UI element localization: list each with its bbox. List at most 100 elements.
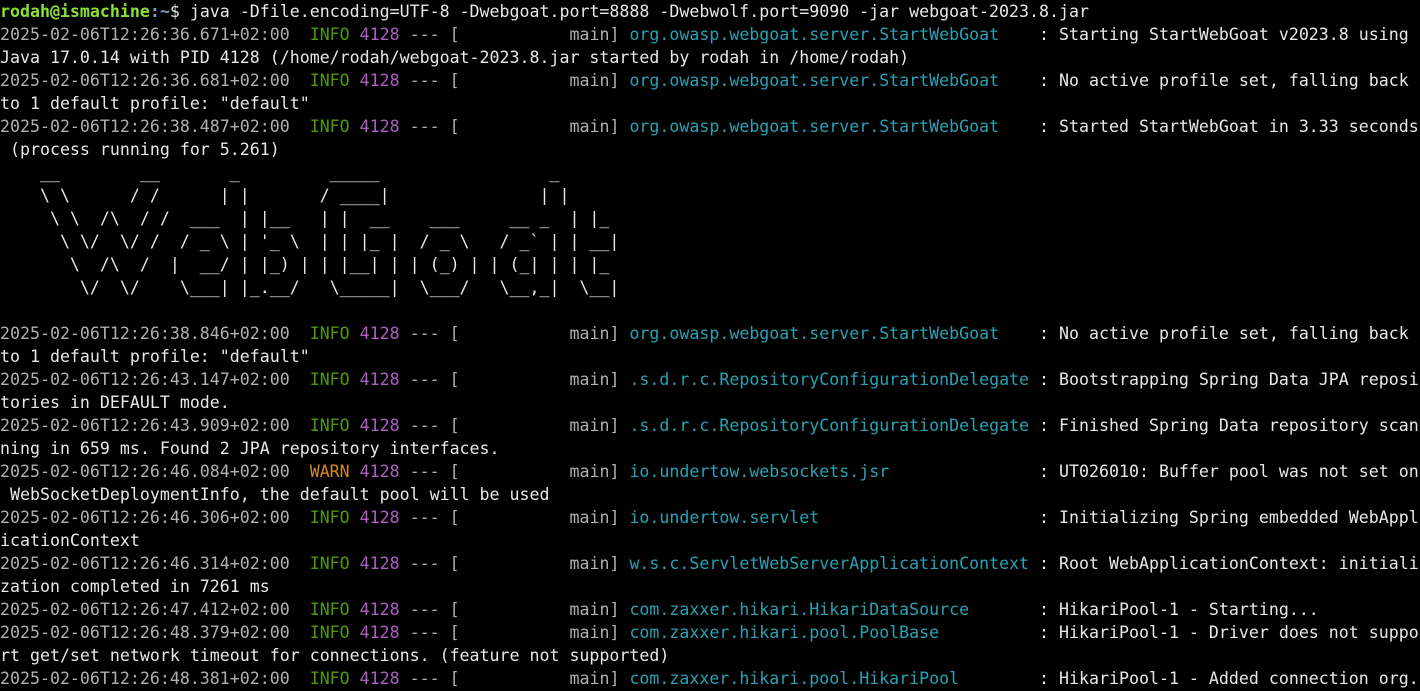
log-timestamp: 2025-02-06T12:26:46.306+02:00 <box>0 508 290 527</box>
log-separator: --- [ <box>399 462 460 481</box>
log-colon: : <box>1029 554 1060 573</box>
log-bracket: ] <box>609 324 630 343</box>
banner-line: __ __ _ _____ _ <box>0 163 590 182</box>
banner-line: \ \ /\ / / ___ | |__ | | __ ___ __ _ | |… <box>0 209 620 228</box>
log-line-continuation: tories in DEFAULT mode. <box>0 393 230 412</box>
log-pid: 4128 <box>359 508 400 527</box>
log-line: 2025-02-06T12:26:47.412+02:00 INFO 4128 … <box>0 598 1420 621</box>
log-line: 2025-02-06T12:26:43.909+02:00 INFO 4128 … <box>0 414 1420 437</box>
log-timestamp: 2025-02-06T12:26:48.379+02:00 <box>0 623 290 642</box>
log-message: Bootstrapping Spring Data JPA reposi <box>1059 370 1419 389</box>
log-line-continuation: to 1 default profile: "default" <box>0 94 310 113</box>
log-thread: main <box>459 71 610 90</box>
banner-line: \ \/ \/ / / _ \ | '_ \ | | |_ | / _ \ / … <box>0 232 620 251</box>
log-colon: : <box>1029 623 1060 642</box>
log-line: 2025-02-06T12:26:38.846+02:00 INFO 4128 … <box>0 322 1420 345</box>
log-bracket: ] <box>609 117 630 136</box>
log-timestamp: 2025-02-06T12:26:43.909+02:00 <box>0 416 290 435</box>
log-logger: .s.d.r.c.RepositoryConfigurationDelegate <box>629 416 1030 435</box>
log-block: 2025-02-06T12:26:38.846+02:00 INFO 4128 … <box>0 322 1420 690</box>
log-colon: : <box>1029 416 1060 435</box>
log-bracket: ] <box>609 554 630 573</box>
prompt-line: rodah@ismachine:~$ java -Dfile.encoding=… <box>0 0 1420 23</box>
log-level: INFO <box>309 508 350 527</box>
log-colon: : <box>1029 324 1060 343</box>
log-colon: : <box>1029 462 1060 481</box>
log-message: HikariPool-1 - Driver does not suppo <box>1059 623 1419 642</box>
log-level: INFO <box>309 324 350 343</box>
log-thread: main <box>459 623 610 642</box>
log-line-continuation: WebSocketDeploymentInfo, the default poo… <box>0 485 550 504</box>
log-bracket: ] <box>609 370 630 389</box>
prompt-symbol: $ <box>169 2 190 21</box>
log-line-continuation: (process running for 5.261) <box>0 140 280 159</box>
log-thread: main <box>459 324 610 343</box>
log-message: No active profile set, falling back <box>1059 324 1409 343</box>
log-line: 2025-02-06T12:26:43.147+02:00 INFO 4128 … <box>0 368 1420 391</box>
log-colon: : <box>1029 508 1060 527</box>
terminal-window[interactable]: rodah@ismachine:~$ java -Dfile.encoding=… <box>0 0 1420 691</box>
log-logger: w.s.c.ServletWebServerApplicationContext <box>629 554 1030 573</box>
log-separator: --- [ <box>399 623 460 642</box>
log-colon: : <box>1029 600 1060 619</box>
log-separator: --- [ <box>399 600 460 619</box>
log-timestamp: 2025-02-06T12:26:38.846+02:00 <box>0 324 290 343</box>
log-thread: main <box>459 669 610 688</box>
log-timestamp: 2025-02-06T12:26:46.084+02:00 <box>0 462 290 481</box>
log-thread: main <box>459 600 610 619</box>
log-line-continuation: ning in 659 ms. Found 2 JPA repository i… <box>0 439 500 458</box>
log-bracket: ] <box>609 416 630 435</box>
log-pid: 4128 <box>359 117 400 136</box>
log-thread: main <box>459 117 610 136</box>
log-bracket: ] <box>609 462 630 481</box>
log-logger: com.zaxxer.hikari.HikariDataSource <box>629 600 1030 619</box>
log-thread: main <box>459 370 610 389</box>
ascii-banner: __ __ _ _____ _ \ \ / / | | / ____| | | … <box>0 161 1420 322</box>
log-logger: org.owasp.webgoat.server.StartWebGoat <box>629 71 1030 90</box>
banner-line: \ \ / / | | / ____| | | <box>0 186 590 205</box>
log-level: INFO <box>309 669 350 688</box>
log-pid: 4128 <box>359 669 400 688</box>
log-pid: 4128 <box>359 324 400 343</box>
log-line: 2025-02-06T12:26:46.084+02:00 WARN 4128 … <box>0 460 1420 483</box>
log-timestamp: 2025-02-06T12:26:46.314+02:00 <box>0 554 290 573</box>
log-bracket: ] <box>609 25 630 44</box>
log-pid: 4128 <box>359 600 400 619</box>
log-separator: --- [ <box>399 508 460 527</box>
log-separator: --- [ <box>399 71 460 90</box>
log-line: 2025-02-06T12:26:46.306+02:00 INFO 4128 … <box>0 506 1420 529</box>
log-message: No active profile set, falling back <box>1059 71 1409 90</box>
log-message: Starting StartWebGoat v2023.8 using <box>1059 25 1409 44</box>
log-separator: --- [ <box>399 416 460 435</box>
log-colon: : <box>1029 669 1060 688</box>
log-pid: 4128 <box>359 623 400 642</box>
log-colon: : <box>1029 117 1060 136</box>
banner-line: \/ \/ \___| |_.__/ \_____| \___/ \__,_| … <box>0 278 620 297</box>
log-message: Initializing Spring embedded WebAppl <box>1059 508 1419 527</box>
log-line-continuation: to 1 default profile: "default" <box>0 347 310 366</box>
log-logger: io.undertow.servlet <box>629 508 1030 527</box>
log-line: 2025-02-06T12:26:36.681+02:00 INFO 4128 … <box>0 69 1420 92</box>
log-level: INFO <box>309 554 350 573</box>
log-pid: 4128 <box>359 71 400 90</box>
log-colon: : <box>1029 71 1060 90</box>
log-thread: main <box>459 462 610 481</box>
prompt-user-host: rodah@ismachine <box>0 2 150 21</box>
log-line-continuation: rt get/set network timeout for connectio… <box>0 646 670 665</box>
log-level: INFO <box>309 600 350 619</box>
log-message: Finished Spring Data repository scan <box>1059 416 1419 435</box>
log-timestamp: 2025-02-06T12:26:47.412+02:00 <box>0 600 290 619</box>
log-pid: 4128 <box>359 416 400 435</box>
log-timestamp: 2025-02-06T12:26:43.147+02:00 <box>0 370 290 389</box>
log-level: INFO <box>309 623 350 642</box>
log-line: 2025-02-06T12:26:36.671+02:00 INFO 4128 … <box>0 23 1420 46</box>
log-line: 2025-02-06T12:26:48.379+02:00 INFO 4128 … <box>0 621 1420 644</box>
log-level: INFO <box>309 25 350 44</box>
log-thread: main <box>459 554 610 573</box>
log-logger: org.owasp.webgoat.server.StartWebGoat <box>629 324 1030 343</box>
log-logger: com.zaxxer.hikari.pool.PoolBase <box>629 623 1030 642</box>
log-separator: --- [ <box>399 554 460 573</box>
log-bracket: ] <box>609 508 630 527</box>
log-logger: org.owasp.webgoat.server.StartWebGoat <box>629 25 1030 44</box>
log-colon: : <box>1029 370 1060 389</box>
